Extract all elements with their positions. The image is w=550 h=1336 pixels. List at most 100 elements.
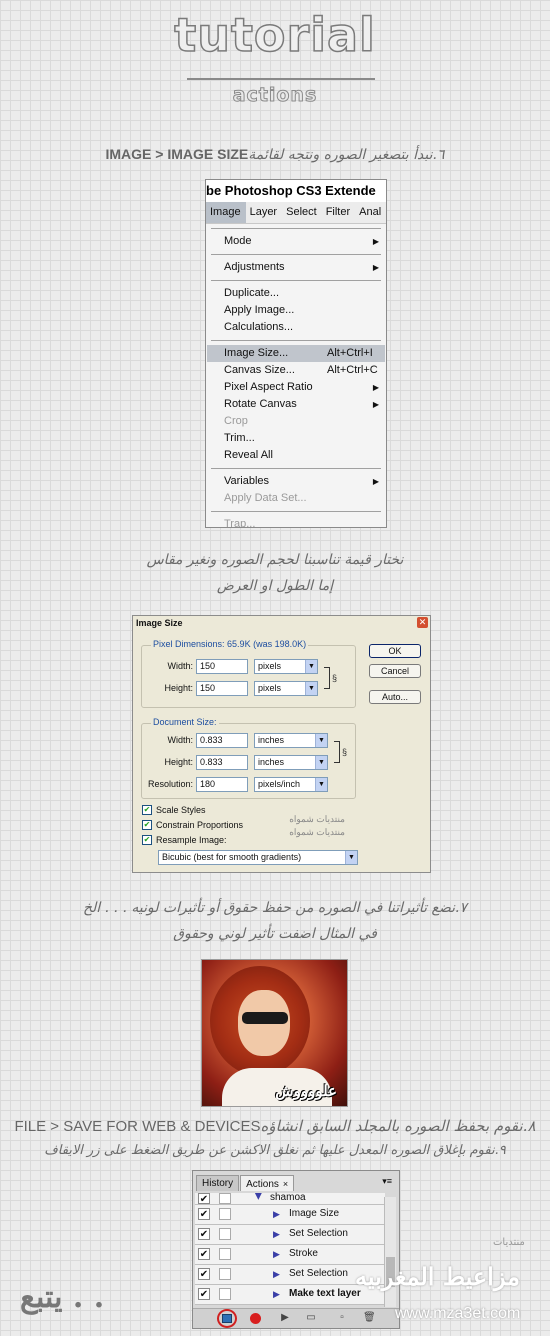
action-name: Stroke (289, 1248, 318, 1259)
resample-method-select[interactable]: Bicubic (best for smooth gradients) ▼ (158, 850, 358, 865)
menu-item-rotate-canvas[interactable]: Rotate Canvas ▶ (207, 396, 385, 413)
menu-item-trap: Trap... (207, 516, 385, 528)
dialog-toggle-checkbox[interactable] (219, 1288, 231, 1300)
record-button[interactable] (250, 1313, 261, 1324)
menu-item-adjustments[interactable]: Adjustments ▶ (207, 259, 385, 276)
menu-item-apply-image[interactable]: Apply Image... (207, 302, 385, 319)
menu-separator (207, 464, 385, 473)
menu-item-calculations[interactable]: Calculations... (207, 319, 385, 336)
resolution-input[interactable]: 180 (196, 777, 248, 792)
menu-item-crop: Crop (207, 413, 385, 430)
menu-item-variables[interactable]: Variables ▶ (207, 473, 385, 490)
action-row[interactable]: ✔ ▶ Set Selection (195, 1225, 385, 1245)
expand-triangle-icon[interactable]: ▶ (273, 1289, 280, 1300)
tab-history[interactable]: History (196, 1175, 240, 1191)
action-toggle-checkbox[interactable]: ✔ (198, 1208, 210, 1220)
panel-menu-icon[interactable]: ▾≡ (382, 1176, 392, 1187)
note-choose-size-line1: نختار قيمة تناسبنا لحجم الصوره ونغير مقا… (146, 552, 404, 568)
dialog-toggle-checkbox[interactable] (219, 1248, 231, 1260)
cancel-button[interactable]: Cancel (369, 664, 421, 678)
chevron-down-icon: ▼ (315, 778, 327, 791)
menu-item-label: Trap... (224, 518, 256, 528)
dialog-toggle-checkbox[interactable] (219, 1228, 231, 1240)
menu-select[interactable]: Select (282, 202, 322, 223)
menu-item-label: Apply Image... (224, 304, 295, 316)
menu-item-label: Adjustments (224, 261, 285, 273)
action-set-row[interactable]: ✔ ▶ shamoa (195, 1192, 385, 1205)
constrain-proportions-checkbox[interactable]: ✔ Constrain Proportions (142, 819, 243, 831)
expand-triangle-icon[interactable]: ▶ (273, 1209, 280, 1220)
menu-analysis[interactable]: Anal (355, 202, 386, 223)
doc-height-input[interactable]: 0.833 (196, 755, 248, 770)
menu-layer[interactable]: Layer (246, 202, 283, 223)
dialog-watermark-1: منتديات شمواه (289, 814, 345, 824)
pixel-width-unit-select[interactable]: pixels ▼ (254, 659, 318, 674)
doc-width-unit-select[interactable]: inches ▼ (254, 733, 328, 748)
close-icon[interactable]: × (283, 1179, 288, 1189)
chevron-down-icon: ▼ (305, 682, 317, 695)
pixel-height-input[interactable]: 150 (196, 681, 248, 696)
brand-url-watermark: www.mza3et.com (395, 1305, 521, 1322)
width-label: Width: (167, 661, 193, 671)
expand-triangle-icon[interactable]: ▶ (273, 1249, 280, 1260)
play-icon[interactable]: ▶ (279, 1312, 291, 1324)
action-toggle-checkbox[interactable]: ✔ (198, 1228, 210, 1240)
dialog-toggle-checkbox[interactable] (219, 1208, 231, 1220)
expand-triangle-icon[interactable]: ▶ (273, 1269, 280, 1280)
menu-item-label: Canvas Size... (224, 364, 295, 376)
menu-item-pixel-aspect-ratio[interactable]: Pixel Aspect Ratio ▶ (207, 379, 385, 396)
dialog-toggle-checkbox[interactable] (219, 1268, 231, 1280)
menu-separator (207, 276, 385, 285)
menu-item-label: Apply Data Set... (224, 492, 307, 504)
link-icon: § (342, 747, 348, 757)
checkmark-icon: ✔ (142, 805, 152, 815)
title-divider (187, 78, 375, 80)
menu-item-trim[interactable]: Trim... (207, 430, 385, 447)
menu-item-canvas-size[interactable]: Canvas Size... Alt+Ctrl+C (207, 362, 385, 379)
menu-item-image-size[interactable]: Image Size... Alt+Ctrl+I (207, 345, 385, 362)
pixel-height-unit-select[interactable]: pixels ▼ (254, 681, 318, 696)
chevron-down-icon: ▼ (315, 734, 327, 747)
to-be-continued-text: يتبع . . (20, 1280, 105, 1315)
close-icon[interactable]: ✕ (417, 617, 428, 628)
tutorial-subtitle: actions (232, 84, 318, 107)
dialog-toggle-checkbox[interactable] (219, 1193, 231, 1204)
photoshop-menubar: Image Layer Select Filter Anal (206, 202, 386, 224)
step-8-text: FILE > SAVE FOR WEB & DEVICES٨.نقوم بحفظ… (0, 1117, 550, 1135)
stop-recording-button[interactable] (222, 1314, 232, 1323)
doc-width-input[interactable]: 0.833 (196, 733, 248, 748)
ok-button[interactable]: OK (369, 644, 421, 658)
resample-image-checkbox[interactable]: ✔ Resample Image: (142, 834, 227, 846)
new-action-icon[interactable]: ▫ (336, 1312, 348, 1324)
menu-item-mode[interactable]: Mode ▶ (207, 233, 385, 250)
image-size-dialog: Image Size ✕ Pixel Dimensions: 65.9K (wa… (132, 615, 431, 873)
menu-item-label: Image Size... (224, 347, 289, 359)
resolution-unit-select[interactable]: pixels/inch ▼ (254, 777, 328, 792)
action-toggle-checkbox[interactable]: ✔ (198, 1268, 210, 1280)
action-toggle-checkbox[interactable]: ✔ (198, 1248, 210, 1260)
scale-styles-checkbox[interactable]: ✔ Scale Styles (142, 804, 206, 816)
constrain-bracket (324, 667, 330, 689)
tab-actions[interactable]: Actions × (240, 1175, 295, 1191)
doc-height-unit-select[interactable]: inches ▼ (254, 755, 328, 770)
image-menu-dropdown: Mode ▶ Adjustments ▶ Duplicate... Apply Im… (207, 224, 385, 528)
auto-button[interactable]: Auto... (369, 690, 421, 704)
action-toggle-checkbox[interactable]: ✔ (198, 1193, 210, 1205)
action-name: Set Selection (289, 1268, 348, 1279)
pixel-dimensions-label: Pixel Dimensions: 65.9K (was 198.0K) (151, 639, 309, 649)
trash-icon[interactable]: 🗑 (363, 1312, 376, 1324)
dialog-watermark-2: منتديات شمواه (289, 827, 345, 837)
action-row[interactable]: ✔ ▶ Image Size (195, 1205, 385, 1225)
action-toggle-checkbox[interactable]: ✔ (198, 1288, 210, 1300)
menu-item-label: Duplicate... (224, 287, 280, 299)
menu-image[interactable]: Image (206, 202, 246, 223)
pixel-width-input[interactable]: 150 (196, 659, 248, 674)
new-set-folder-icon[interactable]: ▭ (305, 1312, 317, 1324)
menu-item-duplicate[interactable]: Duplicate... (207, 285, 385, 302)
expand-triangle-icon[interactable]: ▶ (273, 1229, 280, 1240)
menu-filter[interactable]: Filter (322, 202, 355, 223)
expand-triangle-icon[interactable]: ▶ (253, 1193, 264, 1200)
history-actions-panel: History Actions × ▾≡ ✔ ▶ shamoa ✔ ▶ Image… (192, 1170, 400, 1329)
menu-item-reveal-all[interactable]: Reveal All (207, 447, 385, 464)
action-name: Image Size (289, 1208, 340, 1219)
